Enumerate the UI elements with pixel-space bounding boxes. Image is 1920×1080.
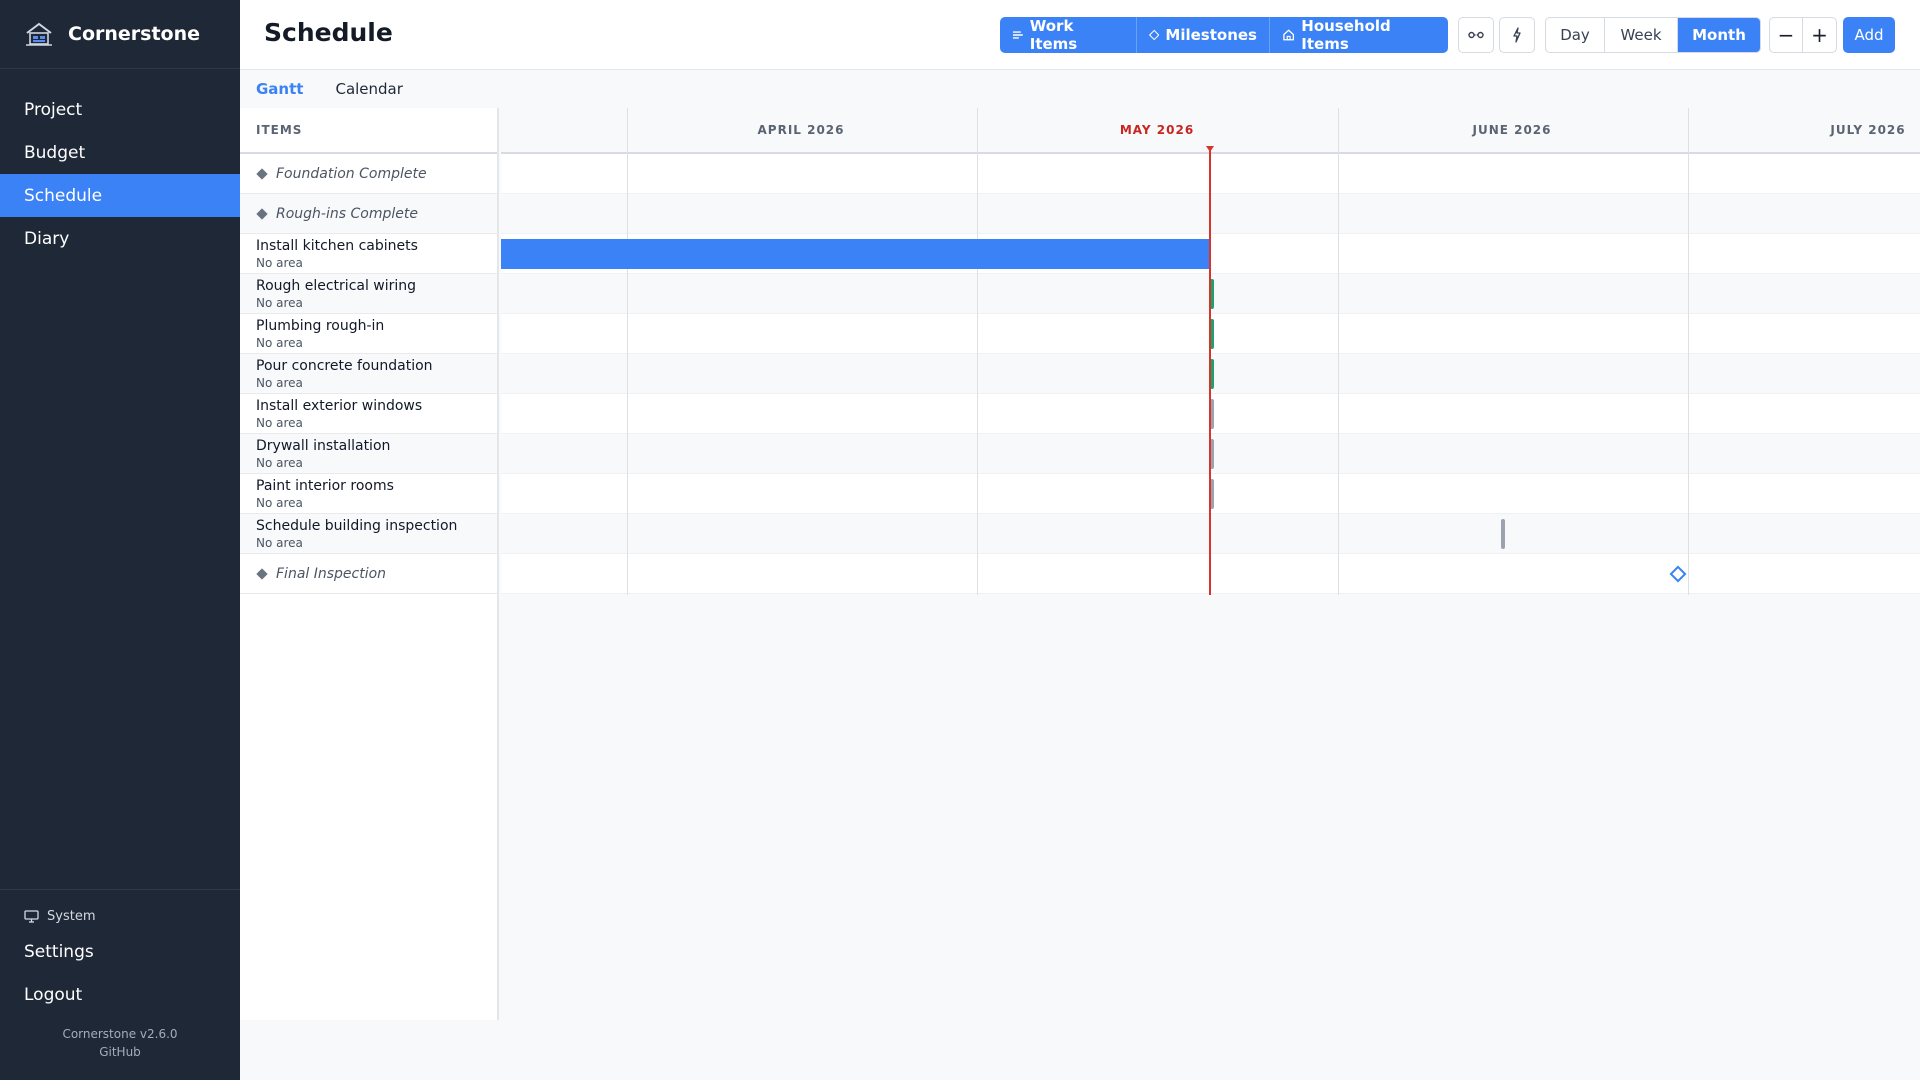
month-divider <box>1338 108 1339 595</box>
work-item-title: Rough electrical wiring <box>256 277 417 294</box>
work-item-title: Drywall installation <box>256 437 391 454</box>
lightning-icon <box>1513 27 1521 43</box>
work-item-bar[interactable] <box>1501 519 1505 549</box>
month-label: JUNE 2026 <box>1472 123 1552 137</box>
work-item-title: Install kitchen cabinets <box>256 237 418 254</box>
today-marker-icon <box>1206 146 1214 152</box>
month-divider <box>1688 108 1689 595</box>
milestone-title: Rough-ins Complete <box>276 205 418 222</box>
tab-calendar[interactable]: Calendar <box>335 80 402 98</box>
nav-item-settings[interactable]: Settings <box>0 930 240 973</box>
milestone-row[interactable]: Final Inspection <box>240 554 497 594</box>
work-item-area: No area <box>256 535 303 550</box>
zoom-controls: − + <box>1769 17 1837 53</box>
milestone-title: Final Inspection <box>276 565 387 582</box>
items-column-header: ITEMS <box>240 108 497 154</box>
filter-household-items-button[interactable]: Household Items <box>1270 17 1448 53</box>
sidebar: Cornerstone Project Budget Schedule Diar… <box>0 0 240 1080</box>
link-icon <box>1468 31 1484 39</box>
github-link[interactable]: GitHub <box>0 1043 240 1061</box>
work-item-area: No area <box>256 415 303 430</box>
work-item-area: No area <box>256 375 303 390</box>
list-icon <box>1012 31 1023 39</box>
work-item-row[interactable]: Schedule building inspection No area <box>240 514 497 554</box>
diamond-icon <box>1149 29 1160 41</box>
nav-item-schedule[interactable]: Schedule <box>0 174 240 217</box>
zoom-level-switch: Day Week Month <box>1545 17 1761 53</box>
work-item-area: No area <box>256 295 303 310</box>
gantt-item-list: ITEMS Foundation Complete Rough-ins Comp… <box>240 108 499 1020</box>
month-divider <box>977 108 978 595</box>
filter-household-items-label: Household Items <box>1301 17 1391 53</box>
house-logo-icon <box>24 21 54 47</box>
page-header: Schedule Work Items Milestones Household… <box>240 0 1920 70</box>
month-label: JULY 2026 <box>1830 123 1906 137</box>
work-item-area: No area <box>256 455 303 470</box>
dependencies-toggle-button[interactable] <box>1458 17 1494 53</box>
work-item-row[interactable]: Pour concrete foundation No area <box>240 354 497 394</box>
work-item-row[interactable]: Drywall installation No area <box>240 434 497 474</box>
milestone-diamond-icon <box>256 567 268 580</box>
work-item-bar[interactable] <box>501 239 1210 269</box>
milestone-title: Foundation Complete <box>276 165 427 182</box>
app-name: Cornerstone <box>68 23 201 45</box>
filter-work-items-label: Work Items <box>1029 17 1078 53</box>
sidebar-footer: System Settings Logout Cornerstone v2.6.… <box>0 889 240 1080</box>
zoom-out-button[interactable]: − <box>1770 18 1803 52</box>
work-item-title: Paint interior rooms <box>256 477 394 494</box>
gantt-timeline[interactable]: APRIL 2026 MAY 2026 JUNE 2026 JULY 2026 <box>501 108 1920 595</box>
tab-gantt[interactable]: Gantt <box>256 80 303 98</box>
milestone-row[interactable]: Foundation Complete <box>240 154 497 194</box>
add-button[interactable]: Add <box>1843 17 1895 53</box>
nav-item-budget[interactable]: Budget <box>0 131 240 174</box>
main-nav: Project Budget Schedule Diary <box>0 88 240 260</box>
work-item-title: Schedule building inspection <box>256 517 458 534</box>
month-label: APRIL 2026 <box>757 123 845 137</box>
monitor-icon <box>24 909 39 923</box>
work-item-area: No area <box>256 335 303 350</box>
critical-path-toggle-button[interactable] <box>1499 17 1535 53</box>
today-line <box>1209 146 1211 595</box>
work-item-row[interactable]: Paint interior rooms No area <box>240 474 497 514</box>
work-item-row[interactable]: Install exterior windows No area <box>240 394 497 434</box>
milestone-diamond-icon <box>256 207 268 220</box>
logout-button[interactable]: Logout <box>0 973 240 1016</box>
filter-milestones-label: Milestones <box>1165 26 1257 44</box>
work-item-row[interactable]: Install kitchen cabinets No area <box>240 234 497 274</box>
nav-item-diary[interactable]: Diary <box>0 217 240 260</box>
version-label: Cornerstone v2.6.0 <box>62 1027 178 1041</box>
view-month-button[interactable]: Month <box>1678 18 1760 52</box>
work-item-row[interactable]: Plumbing rough-in No area <box>240 314 497 354</box>
milestone-row[interactable]: Rough-ins Complete <box>240 194 497 234</box>
nav-item-project[interactable]: Project <box>0 88 240 131</box>
month-divider <box>627 108 628 595</box>
page-title: Schedule <box>264 18 393 47</box>
work-item-title: Install exterior windows <box>256 397 423 414</box>
view-week-button[interactable]: Week <box>1605 18 1678 52</box>
milestone-diamond-icon <box>256 167 268 180</box>
filter-work-items-button[interactable]: Work Items <box>1000 17 1137 53</box>
work-item-title: Plumbing rough-in <box>256 317 385 334</box>
item-type-filter: Work Items Milestones Household Items <box>1000 17 1448 53</box>
filter-milestones-button[interactable]: Milestones <box>1137 17 1270 53</box>
work-item-row[interactable]: Rough electrical wiring No area <box>240 274 497 314</box>
system-theme-toggle[interactable]: System <box>0 906 240 926</box>
home-icon <box>1283 29 1295 41</box>
view-day-button[interactable]: Day <box>1546 18 1605 52</box>
work-item-title: Pour concrete foundation <box>256 357 433 374</box>
month-label-current: MAY 2026 <box>1119 123 1195 137</box>
brand[interactable]: Cornerstone <box>0 0 240 69</box>
work-item-area: No area <box>256 495 303 510</box>
system-label: System <box>47 908 96 924</box>
version-info: Cornerstone v2.6.0 GitHub <box>0 1025 240 1061</box>
work-item-area: No area <box>256 255 303 270</box>
zoom-in-button[interactable]: + <box>1803 18 1836 52</box>
schedule-tabs: Gantt Calendar <box>240 70 1920 108</box>
